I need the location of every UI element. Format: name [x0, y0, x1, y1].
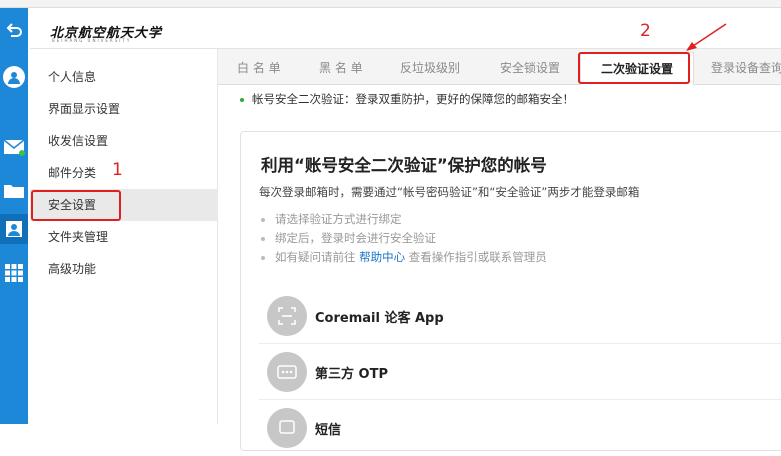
method-third-party-otp[interactable]: 第三方 OTP	[259, 344, 781, 400]
university-logo-subtext: BEIHANG UNIVERSITY	[52, 38, 132, 43]
sidebar-item-display[interactable]: 界面显示设置	[30, 93, 218, 125]
tab-security-lock[interactable]: 安全锁设置	[500, 49, 560, 85]
tip-item: 绑定后，登录时会进行安全验证	[261, 229, 547, 248]
tips-list: 请选择验证方式进行绑定 绑定后，登录时会进行安全验证 如有疑问请前往 帮助中心 …	[261, 210, 547, 267]
highlight-box-security	[31, 190, 121, 221]
annotation-step-2: 2	[640, 21, 651, 41]
back-icon[interactable]	[0, 18, 28, 44]
annotation-step-1: 1	[112, 160, 123, 180]
method-label: 短信	[315, 423, 342, 438]
settings-sidebar: 个人信息 界面显示设置 收发信设置 邮件分类 安全设置 文件夹管理 高级功能	[30, 49, 218, 424]
tip-item: 如有疑问请前往 帮助中心 查看操作指引或联系管理员	[261, 248, 547, 267]
method-label: Coremail 论客 App	[315, 311, 444, 326]
highlight-box-two-step	[578, 52, 690, 84]
scan-frame-icon	[267, 296, 307, 336]
sidebar-item-send-receive[interactable]: 收发信设置	[30, 125, 218, 157]
status-dot	[240, 97, 244, 102]
method-sms[interactable]: 短信	[259, 400, 781, 456]
sidebar-item-mail-category[interactable]: 邮件分类	[30, 157, 218, 189]
method-label: 第三方 OTP	[315, 367, 388, 382]
annotation-arrow	[686, 23, 727, 51]
app-rail	[0, 8, 28, 424]
folder-icon[interactable]	[0, 176, 28, 206]
sidebar-item-personal-info[interactable]: 个人信息	[30, 61, 218, 93]
sidebar-item-advanced[interactable]: 高级功能	[30, 253, 218, 285]
tab-whitelist[interactable]: 白 名 单	[237, 49, 281, 85]
help-center-link[interactable]: 帮助中心	[359, 250, 405, 264]
security-notice: 帐号安全二次验证：登录双重防护，更好的保障您的邮箱安全！	[240, 91, 574, 107]
notice-text: 帐号安全二次验证：登录双重防护，更好的保障您的邮箱安全！	[252, 92, 574, 106]
sidebar-item-folder-manage[interactable]: 文件夹管理	[30, 221, 218, 253]
two-step-card: 利用“账号安全二次验证”保护您的帐号 每次登录邮箱时，需要通过“帐号密码验证”和…	[240, 131, 781, 451]
bookmarks-bar	[0, 0, 781, 8]
sms-icon	[267, 408, 307, 448]
apps-grid-icon[interactable]	[0, 258, 28, 288]
tab-blacklist[interactable]: 黑 名 单	[319, 49, 363, 85]
avatar-icon[interactable]	[0, 62, 28, 92]
tab-spam-level[interactable]: 反垃圾级别	[400, 49, 460, 85]
method-coremail-app[interactable]: Coremail 论客 App	[259, 288, 781, 344]
mail-icon[interactable]	[0, 132, 28, 162]
card-title: 利用“账号安全二次验证”保护您的帐号	[261, 156, 547, 175]
otp-icon	[267, 352, 307, 392]
tip-item: 请选择验证方式进行绑定	[261, 210, 547, 229]
card-description: 每次登录邮箱时，需要通过“帐号密码验证”和“安全验证”两步才能登录邮箱	[259, 185, 640, 199]
contacts-icon[interactable]	[0, 214, 28, 244]
